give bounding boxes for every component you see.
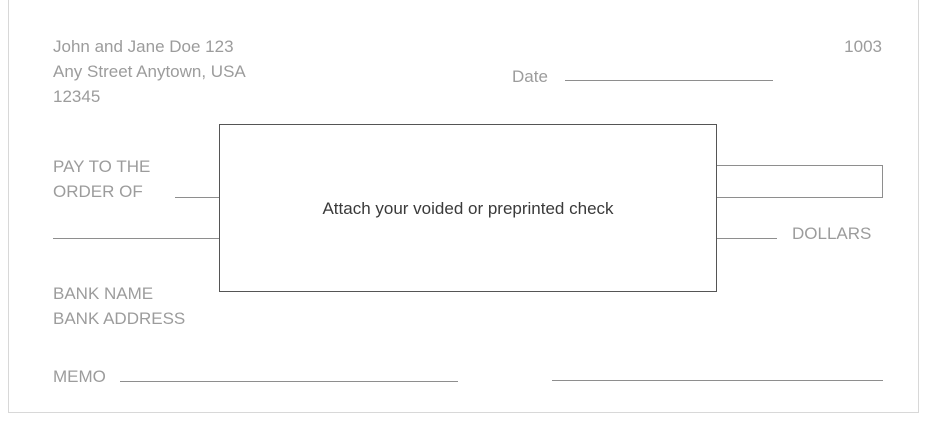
attach-check-box[interactable]: Attach your voided or preprinted check — [219, 124, 717, 292]
payer-zip: 12345 — [53, 87, 101, 106]
bank-address: BANK ADDRESS — [53, 309, 186, 328]
pay-to-label-line2: ORDER OF — [53, 182, 143, 201]
written-amount-line-right — [709, 238, 777, 239]
attach-instruction: Attach your voided or preprinted check — [322, 198, 614, 218]
pay-to-label-line1: PAY TO THE — [53, 157, 151, 176]
date-label: Date — [512, 67, 548, 86]
amount-box — [699, 165, 883, 198]
bank-name: BANK NAME — [53, 284, 154, 303]
dollars-label: DOLLARS — [792, 224, 872, 243]
payer-name: John and Jane Doe 123 — [53, 37, 234, 56]
written-amount-line-left — [53, 238, 238, 239]
payer-street: Any Street Anytown, USA — [53, 62, 246, 81]
memo-label: MEMO — [53, 367, 106, 386]
memo-line — [120, 381, 458, 382]
signature-line — [552, 380, 883, 381]
date-line — [565, 80, 773, 81]
check-number: 1003 — [844, 37, 882, 56]
